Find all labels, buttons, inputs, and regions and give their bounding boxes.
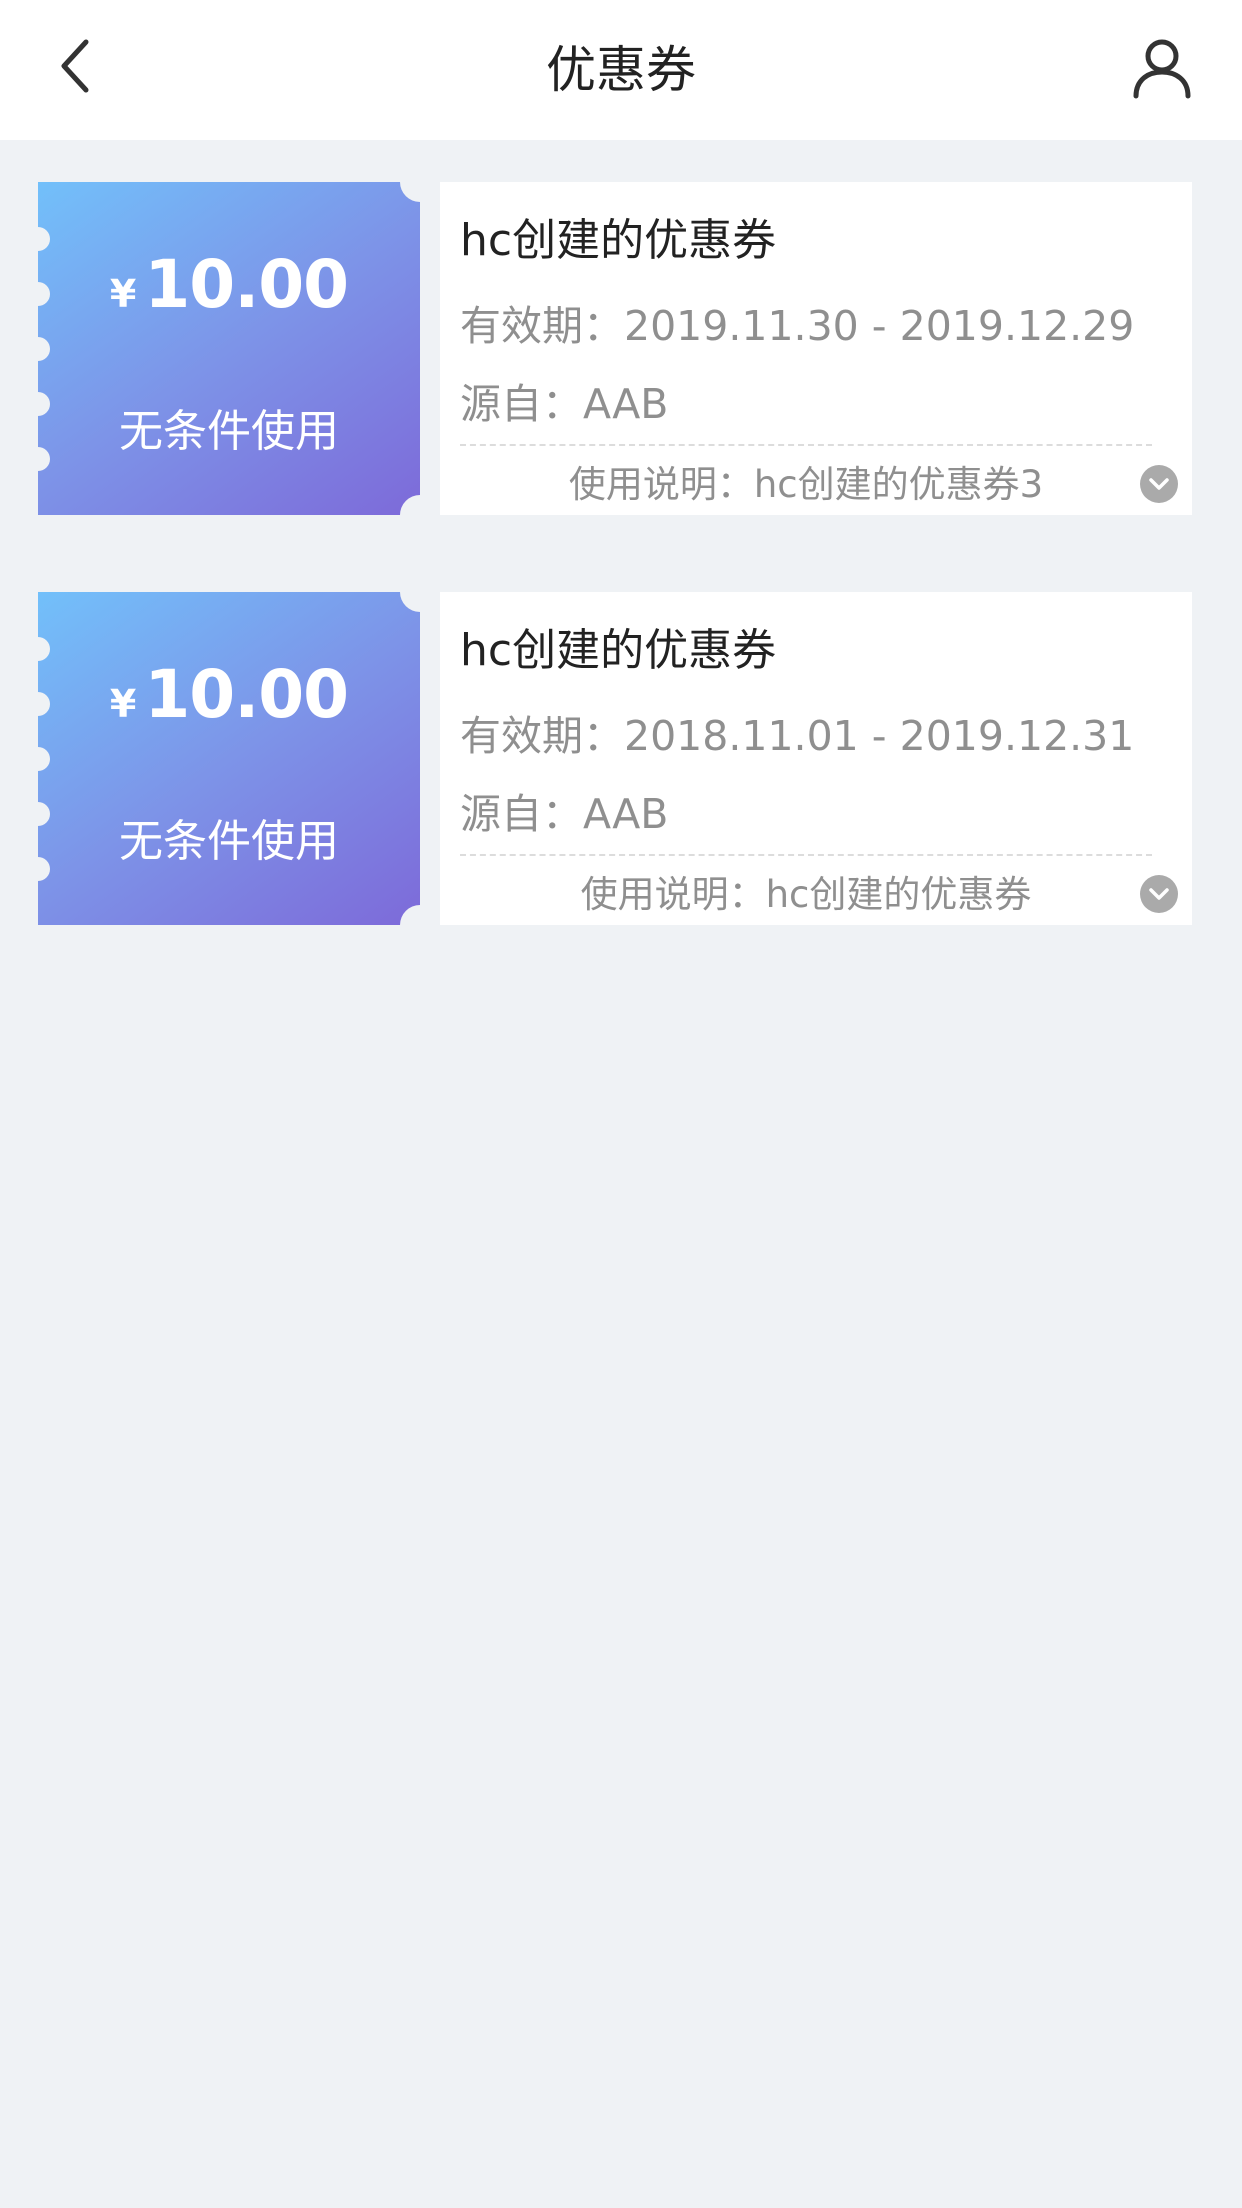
coupon-value-panel: ¥10.00 无条件使用 (38, 592, 420, 925)
coupon-source: 源自：AAB (460, 380, 669, 428)
expand-chevron-icon[interactable] (1140, 875, 1178, 913)
coupon-value-panel: ¥10.00 无条件使用 (38, 182, 420, 515)
coupon-validity: 有效期：2018.11.01 - 2019.12.31 (460, 712, 1135, 760)
user-icon (1133, 39, 1191, 99)
coupon-usage-note: 使用说明：hc创建的优惠券3 (568, 463, 1044, 506)
ticket-cut (400, 182, 420, 202)
edge-notch (38, 337, 50, 361)
edge-notch (38, 747, 50, 771)
expand-chevron-icon[interactable] (1140, 465, 1178, 503)
coupon-details: hc创建的优惠券 有效期：2018.11.01 - 2019.12.31 源自：… (440, 592, 1192, 925)
top-nav-bar: 优惠券 (0, 0, 1242, 140)
amount-value: 10.00 (144, 656, 349, 733)
coupon-amount: ¥10.00 (38, 656, 420, 733)
coupon-title: hc创建的优惠券 (460, 215, 777, 266)
usage-condition: 无条件使用 (119, 816, 339, 867)
user-profile-button[interactable] (1126, 32, 1198, 104)
currency-symbol: ¥ (109, 272, 137, 316)
ticket-cut (400, 905, 420, 925)
page-title: 优惠券 (546, 41, 696, 99)
coupon-title: hc创建的优惠券 (460, 625, 777, 676)
usage-condition: 无条件使用 (119, 406, 339, 457)
coupon-usage-note: 使用说明：hc创建的优惠券 (580, 873, 1032, 916)
amount-value: 10.00 (144, 246, 349, 323)
dashed-divider (460, 444, 1152, 446)
ticket-cut (400, 592, 420, 612)
currency-symbol: ¥ (109, 682, 137, 726)
dashed-divider (460, 854, 1152, 856)
coupon-card[interactable]: ¥10.00 无条件使用 hc创建的优惠券 有效期：2019.11.30 - 2… (38, 182, 1192, 515)
coupon-amount: ¥10.00 (38, 246, 420, 323)
ticket-cut (400, 495, 420, 515)
coupon-details: hc创建的优惠券 有效期：2019.11.30 - 2019.12.29 源自：… (440, 182, 1192, 515)
coupon-source: 源自：AAB (460, 790, 669, 838)
coupon-validity: 有效期：2019.11.30 - 2019.12.29 (460, 302, 1135, 350)
coupon-card[interactable]: ¥10.00 无条件使用 hc创建的优惠券 有效期：2018.11.01 - 2… (38, 592, 1192, 925)
